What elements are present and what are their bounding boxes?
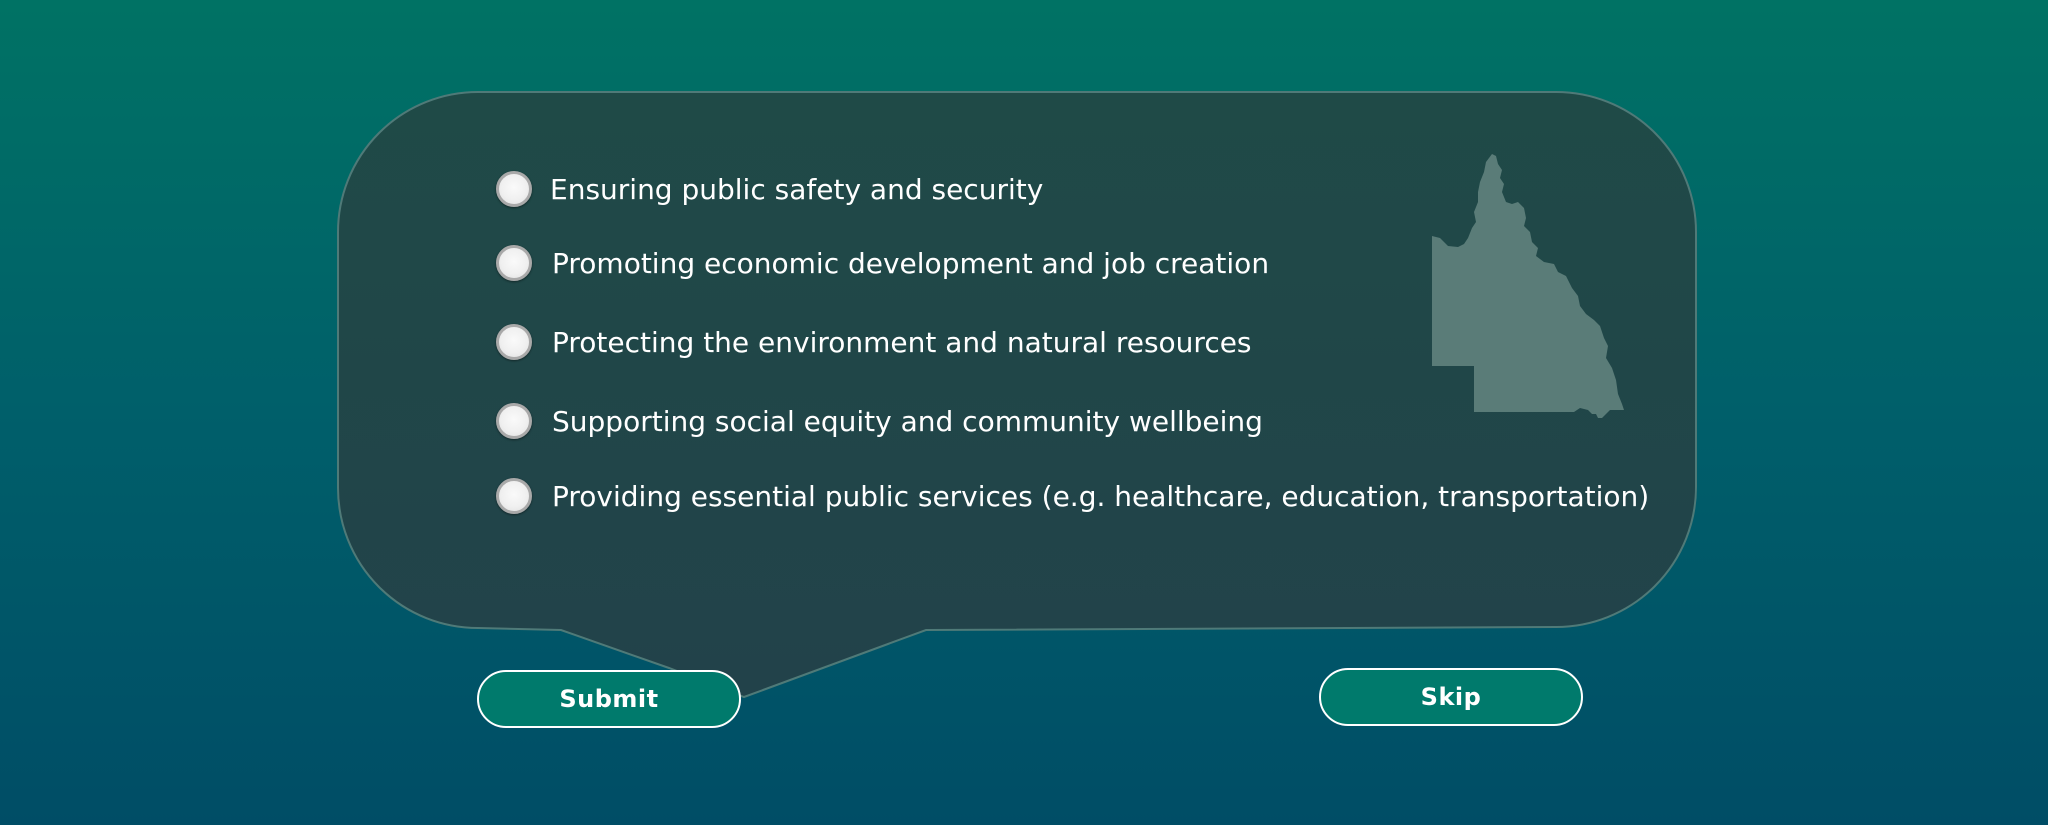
radio-social-equity[interactable]	[496, 403, 532, 439]
option-label-economic-development: Promoting economic development and job c…	[552, 246, 1270, 280]
option-public-services[interactable]: Providing essential public services (e.g…	[496, 474, 1649, 518]
survey-screen: Ensuring public safety and security Prom…	[0, 0, 2048, 825]
option-public-safety[interactable]: Ensuring public safety and security	[496, 167, 1043, 211]
queensland-map-icon	[1432, 154, 1624, 418]
radio-public-services[interactable]	[496, 478, 532, 514]
option-label-public-services: Providing essential public services (e.g…	[552, 479, 1650, 513]
skip-button[interactable]: Skip	[1319, 668, 1583, 726]
option-social-equity[interactable]: Supporting social equity and community w…	[496, 399, 1263, 443]
option-environment[interactable]: Protecting the environment and natural r…	[496, 320, 1252, 364]
radio-economic-development[interactable]	[496, 245, 532, 281]
radio-environment[interactable]	[496, 324, 532, 360]
radio-public-safety[interactable]	[496, 171, 532, 207]
option-label-environment: Protecting the environment and natural r…	[552, 325, 1252, 359]
option-economic-development[interactable]: Promoting economic development and job c…	[496, 241, 1269, 285]
option-label-public-safety: Ensuring public safety and security	[550, 172, 1044, 206]
option-label-social-equity: Supporting social equity and community w…	[552, 404, 1263, 438]
submit-button[interactable]: Submit	[477, 670, 741, 728]
